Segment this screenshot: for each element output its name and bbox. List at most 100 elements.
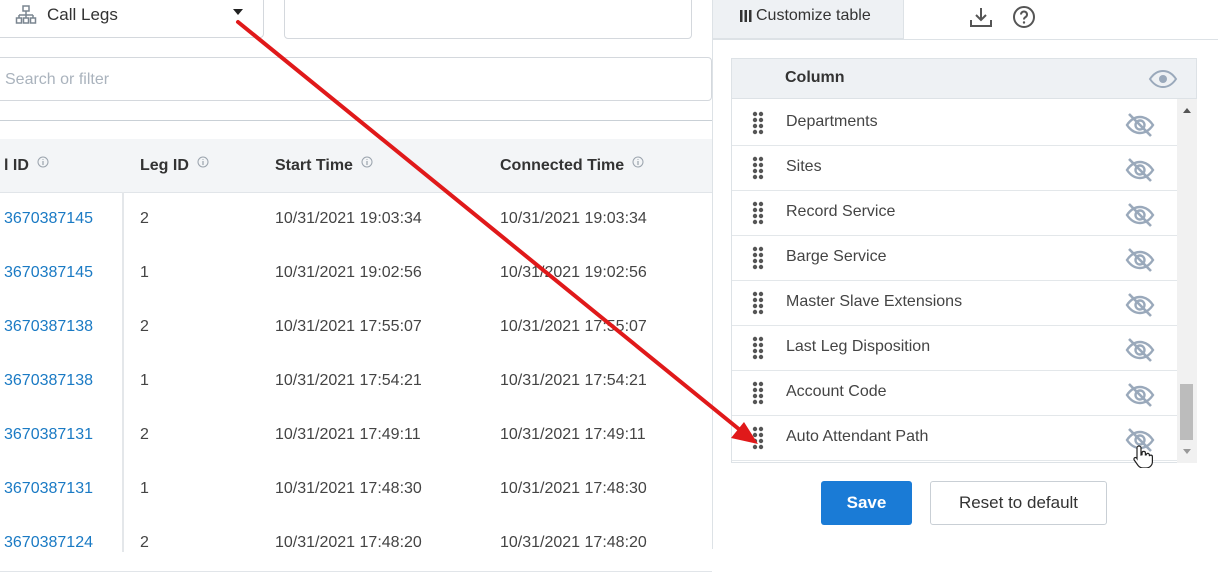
column-name: Record Service	[786, 203, 896, 220]
column-item[interactable]: Barge Service	[732, 236, 1177, 281]
call-id-link[interactable]: 3670387145	[4, 210, 93, 228]
scroll-down-arrow-icon[interactable]	[1183, 449, 1191, 454]
eye-icon[interactable]	[1148, 69, 1178, 94]
table-row[interactable]: 3670387145 2 10/31/2021 19:03:34 10/31/2…	[0, 193, 712, 248]
header-call-id[interactable]: l ID	[4, 155, 49, 175]
eye-slash-icon[interactable]	[1124, 382, 1156, 413]
header-start-time[interactable]: Start Time	[275, 155, 373, 175]
header-label: Connected Time	[500, 157, 625, 174]
connected-time-cell: 10/31/2021 19:03:34	[500, 210, 647, 227]
call-id-link[interactable]: 3670387124	[4, 534, 93, 552]
header-label: l ID	[4, 157, 29, 174]
eye-slash-icon[interactable]	[1124, 157, 1156, 188]
leg-id-cell: 2	[140, 210, 149, 227]
call-id-link[interactable]: 3670387131	[4, 426, 93, 444]
start-time-cell: 10/31/2021 17:55:07	[275, 318, 422, 335]
header-connected-time[interactable]: Connected Time	[500, 155, 644, 175]
view-select-label: Call Legs	[47, 5, 118, 24]
column-item[interactable]: Sites	[732, 146, 1177, 191]
column-name: Sites	[786, 158, 822, 175]
header-leg-id[interactable]: Leg ID	[140, 155, 209, 175]
column-name: Auto Attendant Path	[786, 428, 929, 445]
table-row[interactable]: 3670387138 2 10/31/2021 17:55:07 10/31/2…	[0, 301, 712, 356]
column-list: Departments Sites Record Service Barge S…	[731, 99, 1177, 463]
hand-cursor-icon	[1133, 444, 1153, 473]
eye-slash-icon[interactable]	[1124, 337, 1156, 368]
drag-handle-icon[interactable]	[752, 156, 764, 185]
leg-id-cell: 1	[140, 264, 149, 281]
info-icon[interactable]	[361, 155, 373, 173]
column-item[interactable]: Auto Attendant Path	[732, 416, 1177, 461]
sitemap-icon	[15, 5, 37, 30]
customize-table-tab[interactable]: Customize table	[712, 0, 904, 39]
scroll-up-arrow-icon[interactable]	[1183, 108, 1191, 113]
eye-slash-icon[interactable]	[1124, 112, 1156, 143]
call-id-link[interactable]: 3670387145	[4, 264, 93, 282]
connected-time-cell: 10/31/2021 17:49:11	[500, 426, 646, 443]
columns-icon	[740, 9, 752, 27]
secondary-filter-box[interactable]	[284, 0, 692, 39]
call-id-link[interactable]: 3670387131	[4, 480, 93, 498]
start-time-cell: 10/31/2021 17:48:20	[275, 534, 422, 551]
info-icon[interactable]	[197, 155, 209, 173]
drag-handle-icon[interactable]	[752, 201, 764, 230]
column-name: Master Slave Extensions	[786, 293, 963, 310]
column-item[interactable]: Master Slave Extensions	[732, 281, 1177, 326]
eye-slash-icon[interactable]	[1124, 247, 1156, 278]
column-list-scrollbar[interactable]	[1177, 99, 1197, 463]
column-name: Account Code	[786, 383, 887, 400]
help-icon[interactable]	[1012, 5, 1036, 34]
start-time-cell: 10/31/2021 19:03:34	[275, 210, 422, 227]
drag-handle-icon[interactable]	[752, 381, 764, 410]
drag-handle-icon[interactable]	[752, 246, 764, 275]
connected-time-cell: 10/31/2021 17:54:21	[500, 372, 647, 389]
column-list-header: Column	[731, 58, 1197, 99]
table-row[interactable]: 3670387124 2 10/31/2021 17:48:20 10/31/2…	[0, 517, 712, 572]
start-time-cell: 10/31/2021 17:54:21	[275, 372, 422, 389]
start-time-cell: 10/31/2021 17:48:30	[275, 480, 422, 497]
reset-to-default-button[interactable]: Reset to default	[930, 481, 1107, 525]
view-select[interactable]: Call Legs	[0, 0, 264, 38]
drag-handle-icon[interactable]	[752, 291, 764, 320]
start-time-cell: 10/31/2021 17:49:11	[275, 426, 421, 443]
call-id-link[interactable]: 3670387138	[4, 372, 93, 390]
column-header-label: Column	[785, 69, 845, 86]
info-icon[interactable]	[632, 155, 644, 173]
column-item[interactable]: Account Code	[732, 371, 1177, 416]
eye-slash-icon[interactable]	[1124, 202, 1156, 233]
scrollbar-thumb[interactable]	[1180, 384, 1193, 440]
leg-id-cell: 1	[140, 372, 149, 389]
connected-time-cell: 10/31/2021 17:48:20	[500, 534, 647, 551]
start-time-cell: 10/31/2021 19:02:56	[275, 264, 422, 281]
connected-time-cell: 10/31/2021 17:55:07	[500, 318, 647, 335]
table-row[interactable]: 3670387145 1 10/31/2021 19:02:56 10/31/2…	[0, 247, 712, 302]
drag-handle-icon[interactable]	[752, 111, 764, 140]
divider	[0, 120, 712, 121]
caret-down-icon	[233, 9, 243, 15]
leg-id-cell: 2	[140, 318, 149, 335]
drag-handle-icon[interactable]	[752, 336, 764, 365]
column-item[interactable]: Last Leg Disposition	[732, 326, 1177, 371]
table-row[interactable]: 3670387138 1 10/31/2021 17:54:21 10/31/2…	[0, 355, 712, 410]
search-input[interactable]	[3, 66, 697, 94]
table-row[interactable]: 3670387131 1 10/31/2021 17:48:30 10/31/2…	[0, 463, 712, 518]
header-label: Leg ID	[140, 157, 189, 174]
table-header: l ID Leg ID Start Time Connected Time	[0, 139, 712, 193]
eye-slash-icon[interactable]	[1124, 292, 1156, 323]
download-icon[interactable]	[968, 5, 994, 34]
table-row[interactable]: 3670387131 2 10/31/2021 17:49:11 10/31/2…	[0, 409, 712, 464]
header-label: Start Time	[275, 157, 353, 174]
frozen-column-divider	[122, 192, 124, 552]
customize-table-label: Customize table	[756, 7, 871, 24]
column-name: Departments	[786, 113, 878, 130]
save-button[interactable]: Save	[821, 481, 912, 525]
connected-time-cell: 10/31/2021 19:02:56	[500, 264, 647, 281]
column-item[interactable]: Record Service	[732, 191, 1177, 236]
connected-time-cell: 10/31/2021 17:48:30	[500, 480, 647, 497]
column-item[interactable]: Departments	[732, 101, 1177, 146]
leg-id-cell: 2	[140, 426, 149, 443]
leg-id-cell: 2	[140, 534, 149, 551]
drag-handle-icon[interactable]	[752, 426, 764, 455]
info-icon[interactable]	[37, 155, 49, 173]
call-id-link[interactable]: 3670387138	[4, 318, 93, 336]
